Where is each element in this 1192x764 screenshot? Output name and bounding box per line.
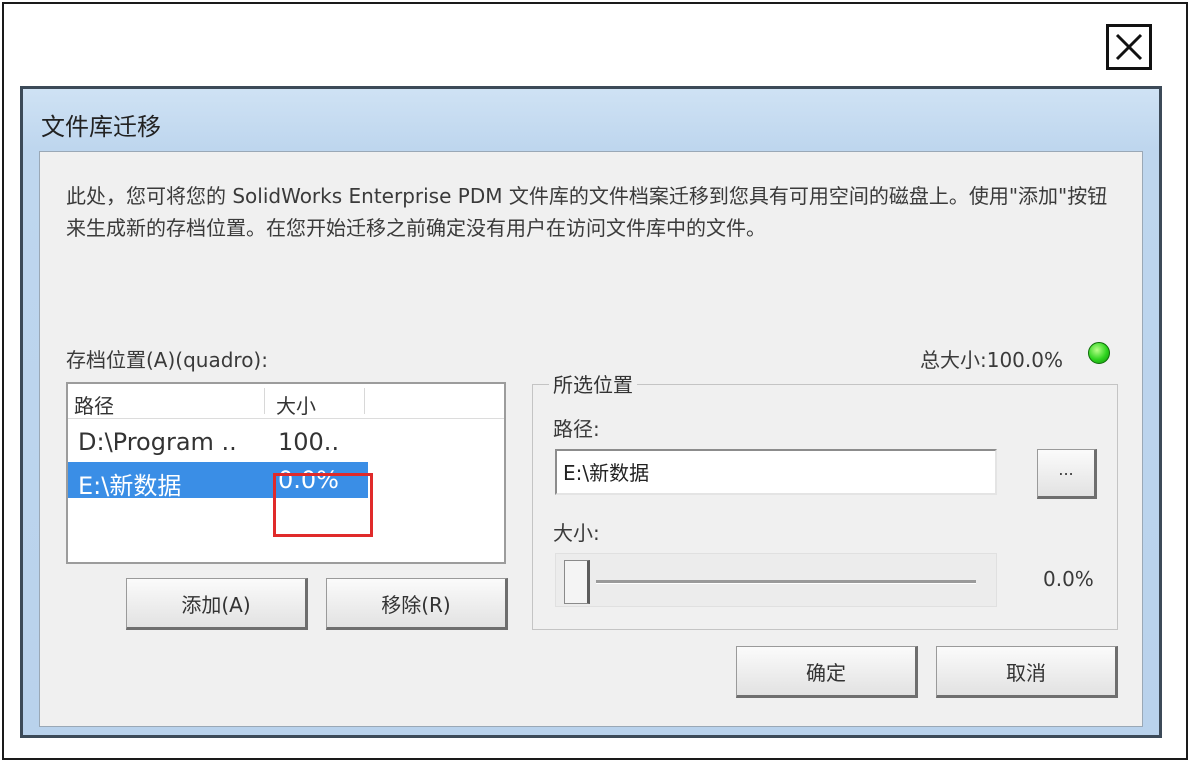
selected-location-group: 所选位置 路径: E:\新数据 ... 大小: 0.0% [532, 369, 1118, 630]
size-value: 0.0% [1043, 567, 1094, 591]
close-button[interactable] [1106, 24, 1152, 70]
column-divider[interactable] [264, 388, 265, 414]
migration-dialog: 文件库迁移 此处，您可将您的 SolidWorks Enterprise PDM… [20, 86, 1162, 738]
dialog-body: 此处，您可将您的 SolidWorks Enterprise PDM 文件库的文… [39, 151, 1143, 727]
total-size-label: 总大小:100.0% [920, 348, 1063, 372]
size-label: 大小: [553, 521, 600, 545]
list-item-path: E:\新数据 [78, 472, 182, 500]
group-legend: 所选位置 [549, 369, 637, 398]
slider-track [596, 580, 976, 584]
archive-location-list[interactable]: 路径 大小 D:\Program .. 100.. E:\新数据 0.0% [66, 382, 506, 564]
path-label: 路径: [553, 417, 600, 441]
size-slider[interactable] [555, 553, 997, 607]
column-header-path[interactable]: 路径 [74, 390, 114, 419]
description-text: 此处，您可将您的 SolidWorks Enterprise PDM 文件库的文… [66, 184, 1108, 240]
list-item[interactable]: D:\Program .. 100.. [68, 424, 368, 460]
path-input[interactable]: E:\新数据 [555, 449, 997, 495]
dialog-title: 文件库迁移 [41, 113, 161, 141]
browse-button[interactable]: ... [1037, 449, 1097, 499]
add-button[interactable]: 添加(A) [126, 578, 308, 630]
slider-thumb[interactable] [564, 560, 590, 604]
annotation-highlight-box [273, 473, 373, 537]
list-item-path: D:\Program .. [78, 428, 237, 456]
list-item-size: 100.. [278, 428, 340, 456]
close-icon [1115, 33, 1143, 61]
archive-location-label: 存档位置(A)(quadro): [66, 348, 268, 372]
ok-button[interactable]: 确定 [736, 646, 918, 698]
remove-button[interactable]: 移除(R) [326, 578, 508, 630]
status-indicator-icon [1088, 342, 1110, 364]
cancel-button[interactable]: 取消 [936, 646, 1118, 698]
column-divider[interactable] [364, 388, 365, 414]
list-header: 路径 大小 [68, 384, 504, 419]
column-header-size[interactable]: 大小 [276, 390, 316, 419]
